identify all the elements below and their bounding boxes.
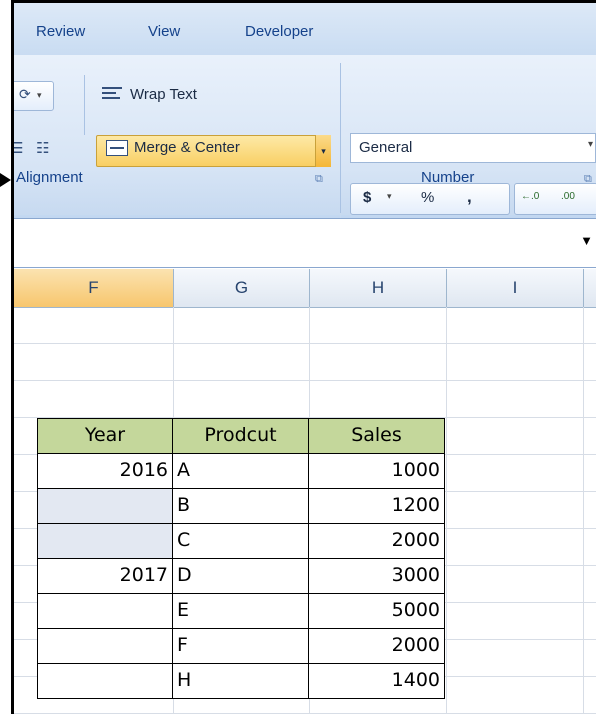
chevron-down-icon[interactable]: ▼ [580,233,593,248]
orientation-icon: ⟳ [19,86,31,102]
merge-center-content: Merge & Center [106,139,240,156]
chevron-down-icon[interactable]: ▾ [387,191,392,202]
merge-center-dropdown[interactable]: ▾ [315,135,331,167]
cell-product[interactable]: D [172,558,309,594]
header-year[interactable]: Year [37,418,173,454]
ribbon-tabs: Review View Developer [14,3,596,55]
header-sales[interactable]: Sales [308,418,445,454]
wrap-text-button[interactable]: Wrap Text [102,85,197,103]
cell-sales[interactable]: 5000 [308,593,445,629]
percent-button[interactable]: % [421,189,434,206]
tab-developer[interactable]: Developer [245,23,313,40]
alignment-group-label: Alignment [16,169,83,186]
cell-year[interactable] [37,523,173,559]
cell-product[interactable]: H [172,663,309,699]
group-separator [340,63,341,213]
formula-bar[interactable]: ▼ [14,218,596,268]
number-format-select[interactable]: General ▾ [350,133,596,163]
cell-product[interactable]: B [172,488,309,524]
cell-year[interactable]: 2016 [37,453,173,489]
column-header-i[interactable]: I [447,269,584,307]
excel-window: Review View Developer ⟳ ▾ ☰ ☷ Wrap Text … [11,0,596,714]
decrease-indent-icon[interactable]: ☰ [14,139,23,157]
wrap-text-icon [102,85,124,103]
cell-year[interactable] [37,488,173,524]
number-group-label: Number [421,169,475,186]
dialog-launcher-icon[interactable]: ⧉ [315,173,323,186]
column-header-g[interactable]: G [174,269,310,307]
header-product[interactable]: Prodcut [172,418,309,454]
column-header-f[interactable]: F [14,269,174,307]
increase-indent-icon[interactable]: ☷ [36,139,49,157]
chevron-down-icon: ▾ [37,90,42,100]
decrease-decimal-button[interactable]: .00 [561,191,575,202]
increase-decimal-button[interactable]: ←.0 [521,191,539,202]
cell-sales[interactable]: 1000 [308,453,445,489]
cell-product[interactable]: E [172,593,309,629]
cell-year[interactable]: 2017 [37,558,173,594]
cell-sales[interactable]: 2000 [308,628,445,664]
number-format-value: General [359,139,413,156]
wrap-text-label: Wrap Text [130,85,197,103]
pointer-arrow [0,173,11,187]
number-format-buttons: $ ▾ % , [350,183,510,215]
cell-product[interactable]: C [172,523,309,559]
cell-sales[interactable]: 1200 [308,488,445,524]
currency-button[interactable]: $ [363,189,371,206]
cell-product[interactable]: F [172,628,309,664]
cell-sales[interactable]: 3000 [308,558,445,594]
cell-product[interactable]: A [172,453,309,489]
cell-year[interactable] [37,663,173,699]
chevron-down-icon: ▾ [587,139,593,150]
column-header-h[interactable]: H [310,269,447,307]
tab-view[interactable]: View [148,23,180,40]
dialog-launcher-icon[interactable]: ⧉ [584,173,592,186]
cell-sales[interactable]: 1400 [308,663,445,699]
cell-year[interactable] [37,593,173,629]
cell-year[interactable] [37,628,173,664]
comma-button[interactable]: , [467,187,472,207]
merge-center-label: Merge & Center [134,139,240,156]
decimal-buttons: ←.0 .00 [514,183,596,215]
merge-center-icon [106,139,128,156]
tab-review[interactable]: Review [36,23,85,40]
orientation-button[interactable]: ⟳ ▾ [14,81,54,111]
column-headers: F G H I [14,269,596,308]
cell-sales[interactable]: 2000 [308,523,445,559]
